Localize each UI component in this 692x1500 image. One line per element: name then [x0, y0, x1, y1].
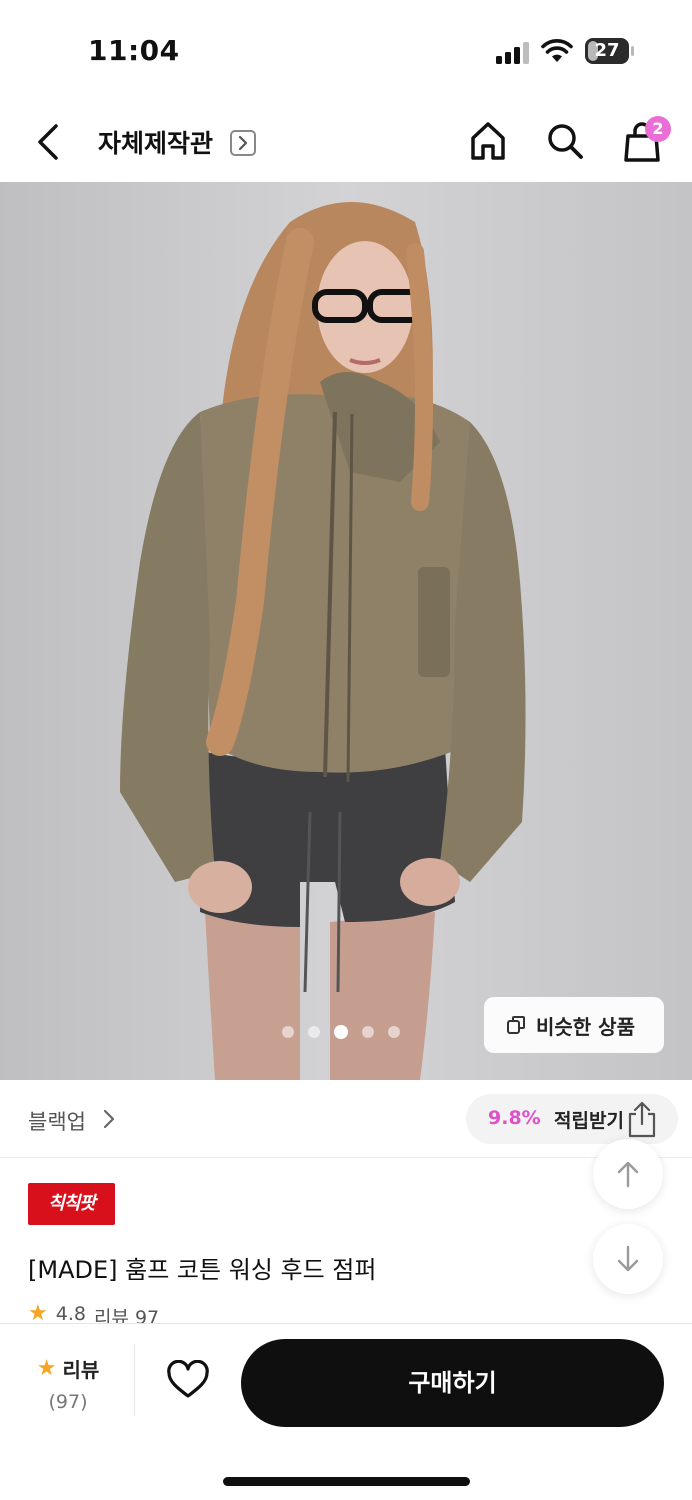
- review-count-link: 리뷰 97: [93, 1307, 160, 1325]
- carousel-dot: [388, 1026, 400, 1038]
- brand-row: 블랙업 9.8% 적립받기: [0, 1080, 692, 1158]
- carousel-dot: [308, 1026, 320, 1038]
- wifi-icon: [541, 39, 573, 62]
- back-icon[interactable]: [28, 120, 68, 164]
- review-count: (97): [48, 1391, 88, 1413]
- carousel-indicator: [282, 1025, 400, 1039]
- chevron-right-icon[interactable]: [102, 1108, 116, 1130]
- status-time: 11:04: [88, 34, 180, 67]
- status-bar: 11:04 27: [0, 0, 692, 100]
- arrow-down-icon: [617, 1245, 639, 1272]
- heart-icon[interactable]: [166, 1360, 210, 1400]
- share-icon[interactable]: [624, 1100, 660, 1140]
- bottom-action-bar: ★ 리뷰 (97) 구매하기: [0, 1323, 692, 1500]
- similar-products-button[interactable]: 비슷한 상품: [484, 997, 664, 1053]
- scroll-down-button[interactable]: [593, 1224, 663, 1294]
- battery-percent: 27: [594, 40, 620, 61]
- reward-label: 적립받기: [554, 1110, 624, 1132]
- chevron-right-icon[interactable]: [230, 130, 256, 156]
- star-icon: ★: [28, 1303, 48, 1325]
- scroll-up-button[interactable]: [593, 1139, 663, 1209]
- copy-icon: [507, 1016, 525, 1034]
- arrow-up-icon: [617, 1161, 639, 1188]
- cart-count-badge: 2: [645, 116, 671, 142]
- carousel-dot: [282, 1026, 294, 1038]
- review-label: 리뷰: [62, 1358, 100, 1382]
- divider: [134, 1344, 135, 1416]
- search-icon[interactable]: [545, 120, 585, 162]
- battery-icon: 27: [585, 38, 629, 64]
- promo-badge: 칙칙팟: [28, 1183, 115, 1225]
- carousel-dot: [334, 1025, 348, 1039]
- review-summary-button[interactable]: ★ 리뷰 (97): [28, 1354, 108, 1413]
- rating-row[interactable]: ★ 4.8 리뷰 97: [28, 1303, 159, 1325]
- battery-nub: [631, 46, 634, 56]
- home-icon[interactable]: [468, 120, 508, 162]
- product-image-carousel[interactable]: 비슷한 상품: [0, 182, 692, 1080]
- star-icon: ★: [36, 1355, 57, 1381]
- rating-value: 4.8: [55, 1303, 86, 1325]
- product-title: [MADE] 훔프 코튼 워싱 후드 점퍼: [28, 1256, 377, 1284]
- signal-icon: [496, 42, 529, 64]
- buy-button[interactable]: 구매하기: [241, 1339, 664, 1427]
- store-name-link[interactable]: 자체제작관: [98, 124, 213, 160]
- product-photo: [120, 202, 526, 1080]
- nav-bar: 자체제작관: [0, 100, 692, 182]
- home-indicator: [223, 1477, 470, 1486]
- similar-products-label: 비슷한 상품: [536, 1014, 635, 1039]
- brand-name-link[interactable]: 블랙업: [28, 1106, 86, 1136]
- carousel-dot: [362, 1026, 374, 1038]
- reward-rate: 9.8%: [488, 1107, 541, 1129]
